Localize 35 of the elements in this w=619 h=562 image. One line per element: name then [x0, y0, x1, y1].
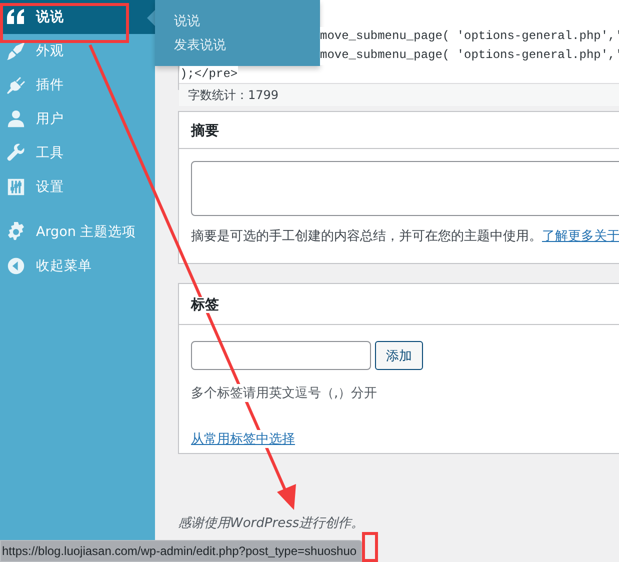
sidebar-label: 收起菜单 [36, 257, 92, 275]
sidebar-label: 工具 [36, 144, 64, 162]
sidebar-label: 用户 [36, 110, 64, 128]
wrench-icon [6, 143, 26, 163]
paintbrush-icon [6, 41, 26, 61]
person-icon [6, 110, 26, 128]
sliders-icon [6, 178, 26, 196]
word-count: 字数统计：1799 [179, 83, 619, 106]
status-bar-url: https://blog.luojiasan.com/wp-admin/edit.php?post_type=shuoshuo [0, 540, 362, 562]
panel-title: 摘要 [191, 123, 219, 139]
sidebar-item[interactable]: 设置 [0, 170, 155, 204]
sidebar-item[interactable]: 收起菜单 [0, 249, 155, 283]
sidebar-item[interactable]: 插件 [0, 68, 155, 102]
settings-icon [6, 222, 26, 242]
submenu-link[interactable]: 发表说说 [155, 34, 320, 58]
sidebar-item[interactable]: Argon 主题选项 [0, 215, 155, 249]
sidebar-item[interactable]: 工具 [0, 136, 155, 170]
tag-input[interactable] [191, 341, 371, 370]
sidebar-label: 插件 [36, 76, 64, 94]
sidebar-item[interactable]: 外观 [0, 34, 155, 68]
highlight-frame [362, 532, 378, 562]
help-text: 多个标签请用英文逗号（,）分开 [191, 384, 378, 402]
panel-title: 标签 [191, 297, 219, 313]
choose-tags-link[interactable]: 从常用标签中选择 [191, 430, 295, 448]
quote-icon [6, 9, 26, 25]
sidebar-label: 设置 [36, 178, 64, 196]
excerpt-field[interactable] [191, 161, 619, 216]
plug-icon [6, 75, 26, 95]
add-button[interactable]: 添加 [375, 341, 423, 370]
sidebar-label: Argon 主题选项 [36, 223, 136, 241]
collapse-icon [6, 257, 26, 275]
sidebar-label: 外观 [36, 42, 64, 60]
sidebar-label: 说说 [36, 8, 64, 26]
submenu-link[interactable]: 说说 [155, 10, 320, 34]
sidebar-item[interactable]: 用户 [0, 102, 155, 136]
